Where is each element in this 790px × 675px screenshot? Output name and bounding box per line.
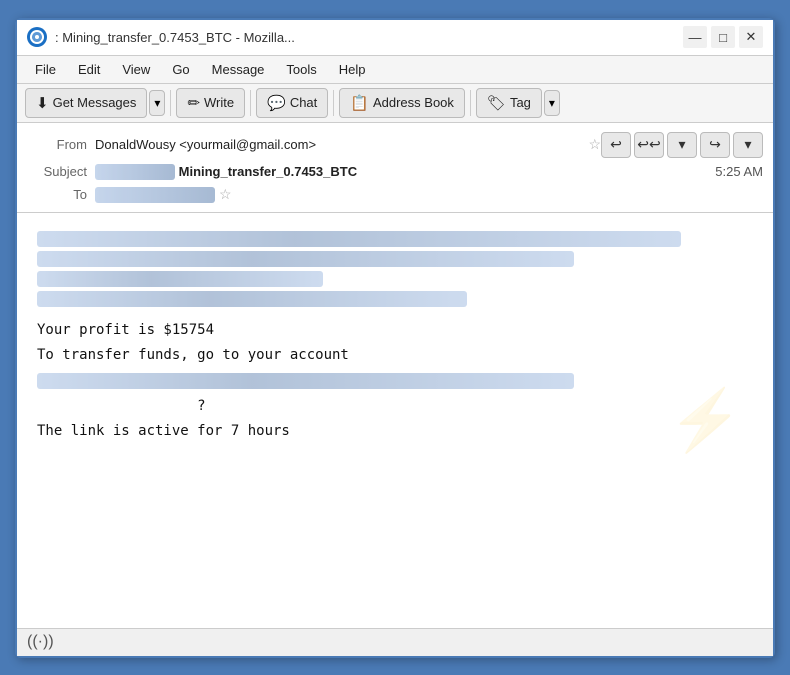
get-messages-button[interactable]: ⬇ Get Messages bbox=[25, 88, 147, 118]
window-controls: — □ ✕ bbox=[683, 26, 763, 48]
menu-view[interactable]: View bbox=[112, 58, 160, 81]
more-actions-button[interactable]: ▾ bbox=[733, 132, 763, 158]
app-icon bbox=[27, 27, 47, 47]
from-row: From DonaldWousy <yourmail@gmail.com> ☆ … bbox=[27, 129, 763, 161]
email-header: From DonaldWousy <yourmail@gmail.com> ☆ … bbox=[17, 123, 773, 214]
menu-tools[interactable]: Tools bbox=[276, 58, 326, 81]
toolbar: ⬇ Get Messages ▾ ✏ Write 💬 Chat 📋 Addres… bbox=[17, 84, 773, 123]
to-row: To ☆ bbox=[27, 183, 763, 206]
write-icon: ✏ bbox=[187, 94, 200, 112]
write-label: Write bbox=[204, 95, 234, 110]
chat-icon: 💬 bbox=[267, 94, 286, 112]
to-label: To bbox=[27, 187, 87, 202]
subject-row: Subject Mining_transfer_0.7453_BTC 5:25 … bbox=[27, 161, 763, 184]
email-actions: ↩ ↩↩ ▾ ↪ ▾ bbox=[601, 132, 763, 158]
body-line-3: The link is active for 7 hours bbox=[37, 420, 753, 442]
subject-main: Mining_transfer_0.7453_BTC bbox=[179, 164, 357, 179]
tag-label: Tag bbox=[510, 95, 531, 110]
get-messages-icon: ⬇ bbox=[36, 94, 49, 112]
blurred-link bbox=[37, 373, 574, 389]
subject-label: Subject bbox=[27, 164, 87, 179]
from-star-icon[interactable]: ☆ bbox=[588, 136, 601, 153]
from-value: DonaldWousy <yourmail@gmail.com> bbox=[95, 137, 584, 152]
blurred-link-block bbox=[37, 373, 753, 389]
forward-button[interactable]: ↪ bbox=[700, 132, 730, 158]
blurred-header-block bbox=[37, 231, 753, 307]
body-line-1: Your profit is $15754 bbox=[37, 319, 753, 341]
chat-label: Chat bbox=[290, 95, 317, 110]
close-button[interactable]: ✕ bbox=[739, 26, 763, 48]
maximize-button[interactable]: □ bbox=[711, 26, 735, 48]
menubar: File Edit View Go Message Tools Help bbox=[17, 56, 773, 84]
menu-message[interactable]: Message bbox=[202, 58, 275, 81]
reply-dropdown[interactable]: ▾ bbox=[667, 132, 697, 158]
address-book-button[interactable]: 📋 Address Book bbox=[339, 88, 465, 118]
chat-button[interactable]: 💬 Chat bbox=[256, 88, 328, 118]
write-button[interactable]: ✏ Write bbox=[176, 88, 245, 118]
to-value-blurred bbox=[95, 187, 215, 203]
body-question: ? bbox=[37, 395, 753, 417]
get-messages-label: Get Messages bbox=[53, 95, 137, 110]
main-window: : Mining_transfer_0.7453_BTC - Mozilla..… bbox=[15, 18, 775, 658]
blurred-line-1 bbox=[37, 231, 681, 247]
get-messages-dropdown[interactable]: ▾ bbox=[149, 90, 165, 116]
titlebar: : Mining_transfer_0.7453_BTC - Mozilla..… bbox=[17, 20, 773, 56]
tag-icon: 🏷 bbox=[487, 94, 506, 112]
from-label: From bbox=[27, 137, 87, 152]
body-line-2: To transfer funds, go to your account bbox=[37, 344, 753, 366]
subject-blurred bbox=[95, 164, 175, 180]
radio-icon: ((·)) bbox=[27, 633, 54, 651]
email-content: Your profit is $15754 To transfer funds,… bbox=[37, 231, 753, 443]
question-mark: ? bbox=[197, 398, 205, 414]
minimize-button[interactable]: — bbox=[683, 26, 707, 48]
reply-button[interactable]: ↩ bbox=[601, 132, 631, 158]
blurred-line-2 bbox=[37, 251, 574, 267]
blurred-line-3 bbox=[37, 271, 323, 287]
menu-file[interactable]: File bbox=[25, 58, 66, 81]
status-radio: ((·)) bbox=[27, 633, 54, 651]
separator-3 bbox=[333, 90, 334, 116]
tag-button[interactable]: 🏷 Tag bbox=[476, 88, 542, 118]
separator-2 bbox=[250, 90, 251, 116]
blurred-line-4 bbox=[37, 291, 467, 307]
separator-4 bbox=[470, 90, 471, 116]
separator-1 bbox=[170, 90, 171, 116]
to-star-icon[interactable]: ☆ bbox=[219, 186, 232, 203]
menu-edit[interactable]: Edit bbox=[68, 58, 110, 81]
email-time: 5:25 AM bbox=[715, 164, 763, 179]
menu-go[interactable]: Go bbox=[162, 58, 199, 81]
subject-value: Mining_transfer_0.7453_BTC bbox=[95, 164, 715, 181]
window-title: : Mining_transfer_0.7453_BTC - Mozilla..… bbox=[55, 30, 683, 45]
address-book-icon: 📋 bbox=[350, 94, 369, 112]
email-body: ⚡ Your profit is $15754 To transfer fund… bbox=[17, 213, 773, 627]
address-book-label: Address Book bbox=[373, 95, 454, 110]
reply-all-button[interactable]: ↩↩ bbox=[634, 132, 664, 158]
tag-dropdown[interactable]: ▾ bbox=[544, 90, 560, 116]
statusbar: ((·)) bbox=[17, 628, 773, 656]
menu-help[interactable]: Help bbox=[329, 58, 376, 81]
